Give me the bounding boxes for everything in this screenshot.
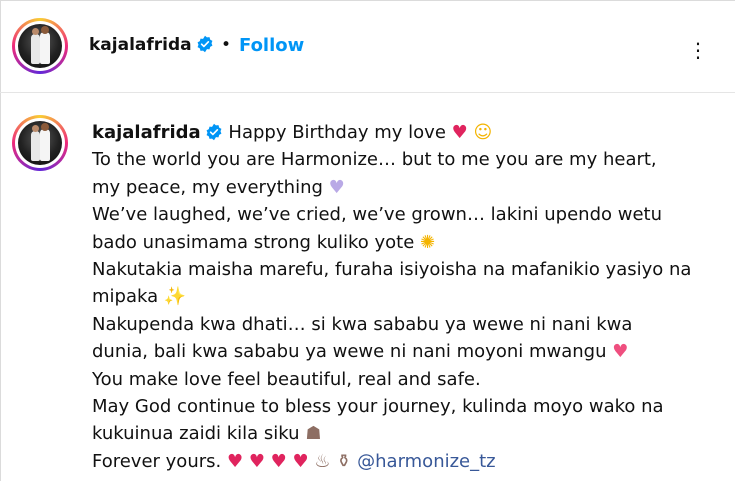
red-heart-icon: ♥ [451, 122, 468, 143]
caption-line: my peace, my everything ♥ [92, 174, 722, 201]
caption-text: bado unasimama strong kuliko yote [92, 231, 415, 253]
caption-avatar[interactable] [12, 115, 68, 171]
caption-line: dunia, bali kwa sababu ya wewe ni nani m… [92, 338, 722, 365]
caption-text: Forever yours. [92, 450, 222, 472]
white-heart-icon: ♥ [328, 176, 345, 198]
birthday-cake-icon: ♨ [314, 450, 331, 472]
header-avatar[interactable] [12, 18, 68, 74]
avatar-figure [41, 123, 49, 131]
caption-line: kajalafrida Happy Birthday my love ♥ ☺ [92, 119, 722, 146]
avatar-figure [40, 129, 50, 161]
separator-dot: • [221, 35, 232, 55]
avatar-inner [15, 118, 65, 168]
avatar-figure [31, 131, 40, 161]
pleading-face-icon: ☺ [473, 122, 493, 143]
caption-text: dunia, bali kwa sababu ya wewe ni nani m… [92, 341, 607, 363]
caption-line: To the world you are Harmonize… but to m… [92, 149, 657, 171]
post-header: kajalafrida • Follow ⋮ [0, 0, 735, 93]
caption-line: kukuinua zaidi kila siku ☗ [92, 420, 722, 447]
caption-line: Nakupenda kwa dhati… si kwa sababu ya we… [92, 313, 633, 335]
champagne-bottle-icon: ⚱ [336, 450, 352, 472]
post-caption: kajalafrida Happy Birthday my love ♥ ☺ T… [92, 119, 722, 475]
caption-username[interactable]: kajalafrida [92, 122, 201, 143]
caption-line: bado unasimama strong kuliko yote ✺ [92, 229, 722, 256]
avatar-figure [40, 32, 50, 64]
heart-with-ribbon-icon: ♥ [612, 341, 629, 363]
sparkles-icon: ✨ [163, 286, 187, 308]
follow-button[interactable]: Follow [239, 35, 304, 56]
verified-badge-icon [206, 123, 222, 141]
verified-badge-icon [197, 35, 213, 53]
caption-text: my peace, my everything [92, 176, 323, 198]
header-username-block: kajalafrida [89, 35, 214, 55]
caption-text: mipaka [92, 286, 159, 308]
caption-line: Nakutakia maisha marefu, furaha isiyoish… [92, 258, 692, 280]
header-username[interactable]: kajalafrida [89, 35, 192, 55]
caption-line: May God continue to bless your journey, … [92, 395, 664, 417]
caption-line: mipaka ✨ [92, 283, 722, 310]
caption-line: Forever yours. ♥ ♥ ♥ ♥ ♨ ⚱ @harmonize_tz [92, 448, 722, 475]
avatar-inner [15, 21, 65, 71]
dizzy-icon: ✺ [420, 231, 436, 253]
caption-line: We’ve laughed, we’ve cried, we’ve grown…… [92, 204, 662, 226]
more-options-icon[interactable]: ⋮ [688, 38, 710, 62]
avatar-photo [18, 24, 62, 68]
folded-hands-icon: ☗ [305, 423, 322, 445]
caption-text: kukuinua zaidi kila siku [92, 423, 300, 445]
caption-line: You make love feel beautiful, real and s… [92, 368, 481, 390]
avatar-figure [32, 28, 39, 35]
avatar-photo [18, 121, 62, 165]
avatar-figure [41, 26, 49, 34]
red-hearts-icon: ♥ ♥ ♥ ♥ [226, 450, 309, 472]
avatar-figure [32, 125, 39, 132]
caption-text: Happy Birthday my love [228, 122, 446, 143]
mention-link[interactable]: @harmonize_tz [357, 451, 496, 472]
avatar-figure [31, 34, 40, 64]
